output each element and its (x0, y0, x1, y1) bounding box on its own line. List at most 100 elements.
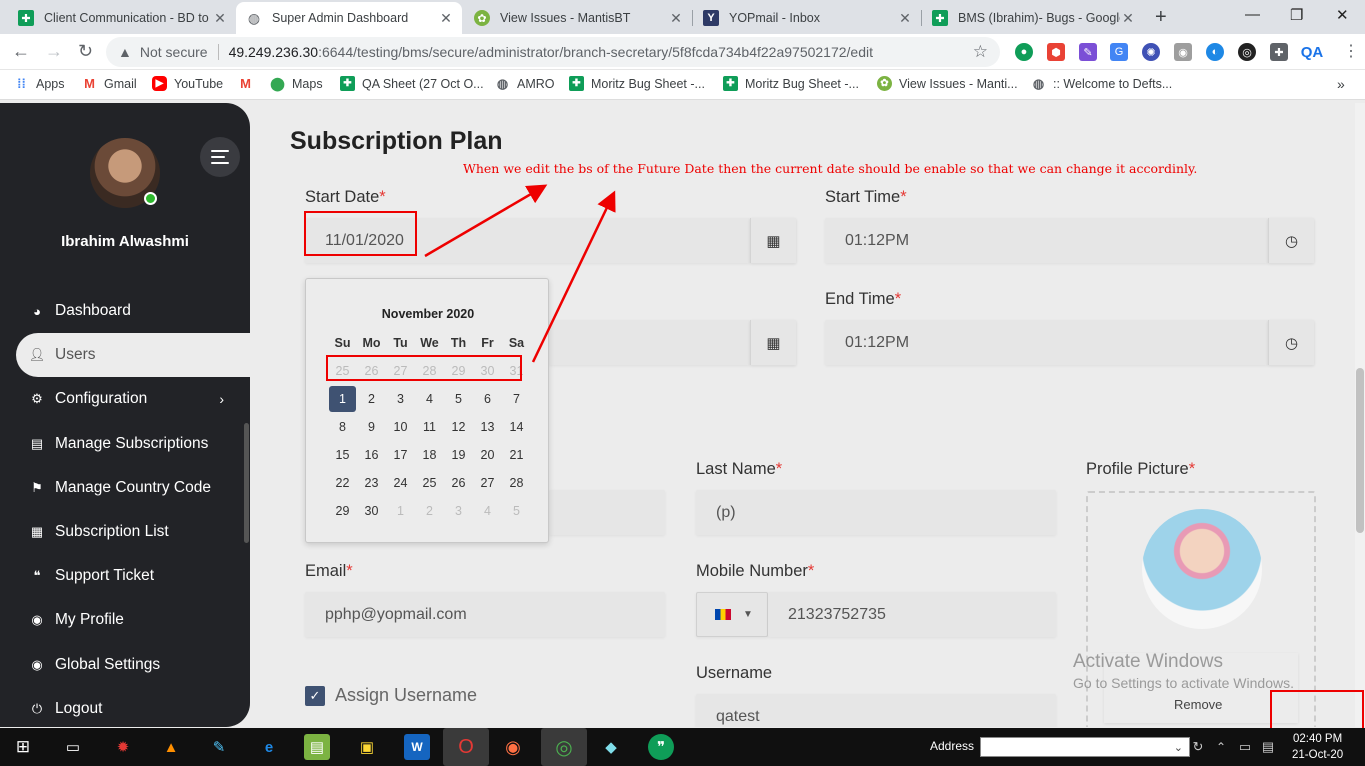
datepicker-day[interactable]: 15 (328, 448, 357, 462)
sidebar-item-users[interactable]: 👤︎ Users (16, 333, 250, 378)
sidebar-item-subscription-list[interactable]: ▦ Subscription List (0, 510, 250, 554)
restore-icon[interactable]: ❐ (1290, 6, 1303, 24)
tab-bms-bugs[interactable]: ✚ BMS (Ibrahim)- Bugs - Google ✕ (922, 2, 1144, 34)
datepicker-day[interactable]: 27 (473, 476, 502, 490)
datepicker-day[interactable]: 26 (444, 476, 473, 490)
sidebar-item-logout[interactable]: ⏻ Logout (0, 687, 250, 727)
minimize-icon[interactable]: — (1245, 6, 1260, 23)
datepicker-day[interactable]: 17 (386, 448, 415, 462)
bookmark-star-icon[interactable]: ☆ (973, 42, 988, 62)
extension-circle-icon[interactable]: ◎ (1238, 43, 1256, 61)
reload-icon[interactable]: ↻ (78, 41, 93, 62)
mobile-number-input[interactable]: 21323752735 (768, 592, 1056, 637)
page-scrollbar-thumb[interactable] (1356, 368, 1364, 533)
bookmark-moritz-1[interactable]: ✚ Moritz Bug Sheet -... (569, 76, 705, 91)
windows-start-icon[interactable]: ⊞ (10, 734, 36, 760)
datepicker-day[interactable]: 28 (502, 476, 531, 490)
datepicker-day[interactable]: 18 (415, 448, 444, 462)
sidebar-item-manage-country-code[interactable]: ⚑ Manage Country Code (0, 466, 250, 510)
clock-icon[interactable]: ◷ (1268, 218, 1314, 263)
tray-expand-icon[interactable]: ⌃ (1213, 734, 1229, 760)
tab-client-communication[interactable]: ✚ Client Communication - BD to ✕ (8, 2, 236, 34)
sidebar-item-configuration[interactable]: ⚙ Configuration › (0, 377, 250, 421)
hangouts-icon[interactable]: ❞ (648, 734, 674, 760)
datepicker-day[interactable]: 11 (415, 420, 444, 434)
bookmark-gmail-2[interactable]: M (238, 76, 260, 91)
email-field[interactable]: pphp@yopmail.com (305, 592, 665, 637)
datepicker-day[interactable]: 25 (415, 476, 444, 490)
datepicker-day[interactable]: 6 (473, 392, 502, 406)
datepicker-day[interactable]: 14 (502, 420, 531, 434)
taskbar-address-input[interactable]: ⌄ (980, 737, 1190, 757)
first-name-input[interactable] (549, 490, 665, 535)
spreadsheet-app-icon[interactable]: ▤ (304, 734, 330, 760)
datepicker-day[interactable]: 24 (386, 476, 415, 490)
sidebar-item-dashboard[interactable]: ◕ Dashboard (0, 289, 250, 333)
datepicker-day[interactable]: 8 (328, 420, 357, 434)
bookmark-gmail[interactable]: M Gmail (82, 76, 137, 91)
window-close-icon[interactable]: ✕ (1336, 6, 1349, 24)
word-icon[interactable]: W (404, 734, 430, 760)
bookmark-view-issues[interactable]: ✿ View Issues - Manti... (877, 76, 1018, 91)
bookmark-maps[interactable]: ⬤ Maps (270, 76, 322, 91)
sidebar-item-support-ticket[interactable]: ❝ Support Ticket (0, 554, 250, 598)
datepicker-day[interactable]: 10 (386, 420, 415, 434)
page-scrollbar[interactable] (1355, 103, 1365, 727)
task-view-icon[interactable]: ▭ (60, 734, 86, 760)
close-icon[interactable]: ✕ (1120, 10, 1136, 27)
close-icon[interactable]: ✕ (438, 10, 454, 27)
datepicker-day[interactable]: 9 (357, 420, 386, 434)
bookmark-apps[interactable]: ⁞⁞ Apps (14, 76, 64, 91)
datepicker-day[interactable]: 4 (415, 392, 444, 406)
new-tab-button[interactable]: + (1155, 6, 1167, 29)
clock-icon[interactable]: ◷ (1268, 320, 1314, 365)
tab-yopmail-inbox[interactable]: Y YOPmail - Inbox ✕ (693, 2, 921, 34)
bookmark-deftsoft[interactable]: ◍:: Welcome to Defts... (1031, 76, 1172, 91)
bookmark-youtube[interactable]: ▶ YouTube (152, 76, 223, 91)
keyboard-icon[interactable]: ▤ (1259, 734, 1277, 760)
close-icon[interactable]: ✕ (212, 10, 228, 27)
datepicker-day[interactable]: 7 (502, 392, 531, 406)
app-glass-icon[interactable]: ◆ (598, 734, 624, 760)
close-icon[interactable]: ✕ (897, 10, 913, 27)
chrome-icon[interactable]: ◎ (541, 728, 587, 766)
opera-icon[interactable]: O (443, 728, 489, 766)
file-explorer-icon[interactable]: ▣ (354, 734, 380, 760)
end-time-input[interactable]: 01:12PM (825, 320, 1268, 365)
network-icon[interactable]: ▭ (1236, 734, 1254, 760)
assign-username-checkbox[interactable]: ✓ (305, 686, 325, 706)
last-name-input[interactable]: (p) (696, 490, 1056, 535)
bookmark-amro[interactable]: ◍ AMRO (495, 76, 555, 91)
datepicker-day[interactable]: 13 (473, 420, 502, 434)
country-code-select[interactable]: ▼ (696, 592, 768, 637)
forward-icon[interactable]: → (45, 41, 63, 62)
url-bar[interactable]: ▲ Not secure 49.249.236.30 :6644/testing… (106, 37, 1000, 67)
extension-red-icon[interactable]: ⬢ (1047, 43, 1065, 61)
datepicker-day[interactable]: 3 (386, 392, 415, 406)
datepicker-day[interactable]: 29 (328, 504, 357, 518)
datepicker-day[interactable]: 21 (502, 448, 531, 462)
start-time-input[interactable]: 01:12PM (825, 218, 1268, 263)
back-icon[interactable]: ← (12, 41, 30, 62)
datepicker-day[interactable]: 19 (444, 448, 473, 462)
datepicker-day[interactable]: 2 (357, 392, 386, 406)
profile-button[interactable]: QA (1300, 43, 1324, 61)
browser-menu-icon[interactable]: ⋮ (1343, 41, 1359, 61)
paint-icon[interactable]: ✎ (206, 734, 232, 760)
camera-icon[interactable]: ◉ (1174, 43, 1192, 61)
tab-view-issues-mantis[interactable]: ✿ View Issues - MantisBT ✕ (464, 2, 692, 34)
calendar-icon[interactable]: ▦ (750, 320, 796, 365)
bookmark-moritz-2[interactable]: ✚ Moritz Bug Sheet -... (723, 76, 859, 91)
extensions-puzzle-icon[interactable]: ✚ (1270, 43, 1288, 61)
translate-icon[interactable]: G (1110, 43, 1128, 61)
menu-toggle-button[interactable] (200, 137, 240, 177)
bookmarks-overflow-icon[interactable]: » (1337, 76, 1345, 92)
datepicker-day[interactable]: 20 (473, 448, 502, 462)
tab-super-admin-dashboard[interactable]: ◍ Super Admin Dashboard ✕ (236, 2, 462, 34)
internet-explorer-icon[interactable]: e (256, 734, 282, 760)
extension-pen-icon[interactable]: ✎ (1079, 43, 1097, 61)
sidebar-item-global-settings[interactable]: ◉ Global Settings (0, 643, 250, 687)
sidebar-item-manage-subscriptions[interactable]: ▤ Manage Subscriptions (0, 422, 250, 466)
extension-globe-icon[interactable]: ◐ (1206, 43, 1224, 61)
datepicker-day[interactable]: 23 (357, 476, 386, 490)
